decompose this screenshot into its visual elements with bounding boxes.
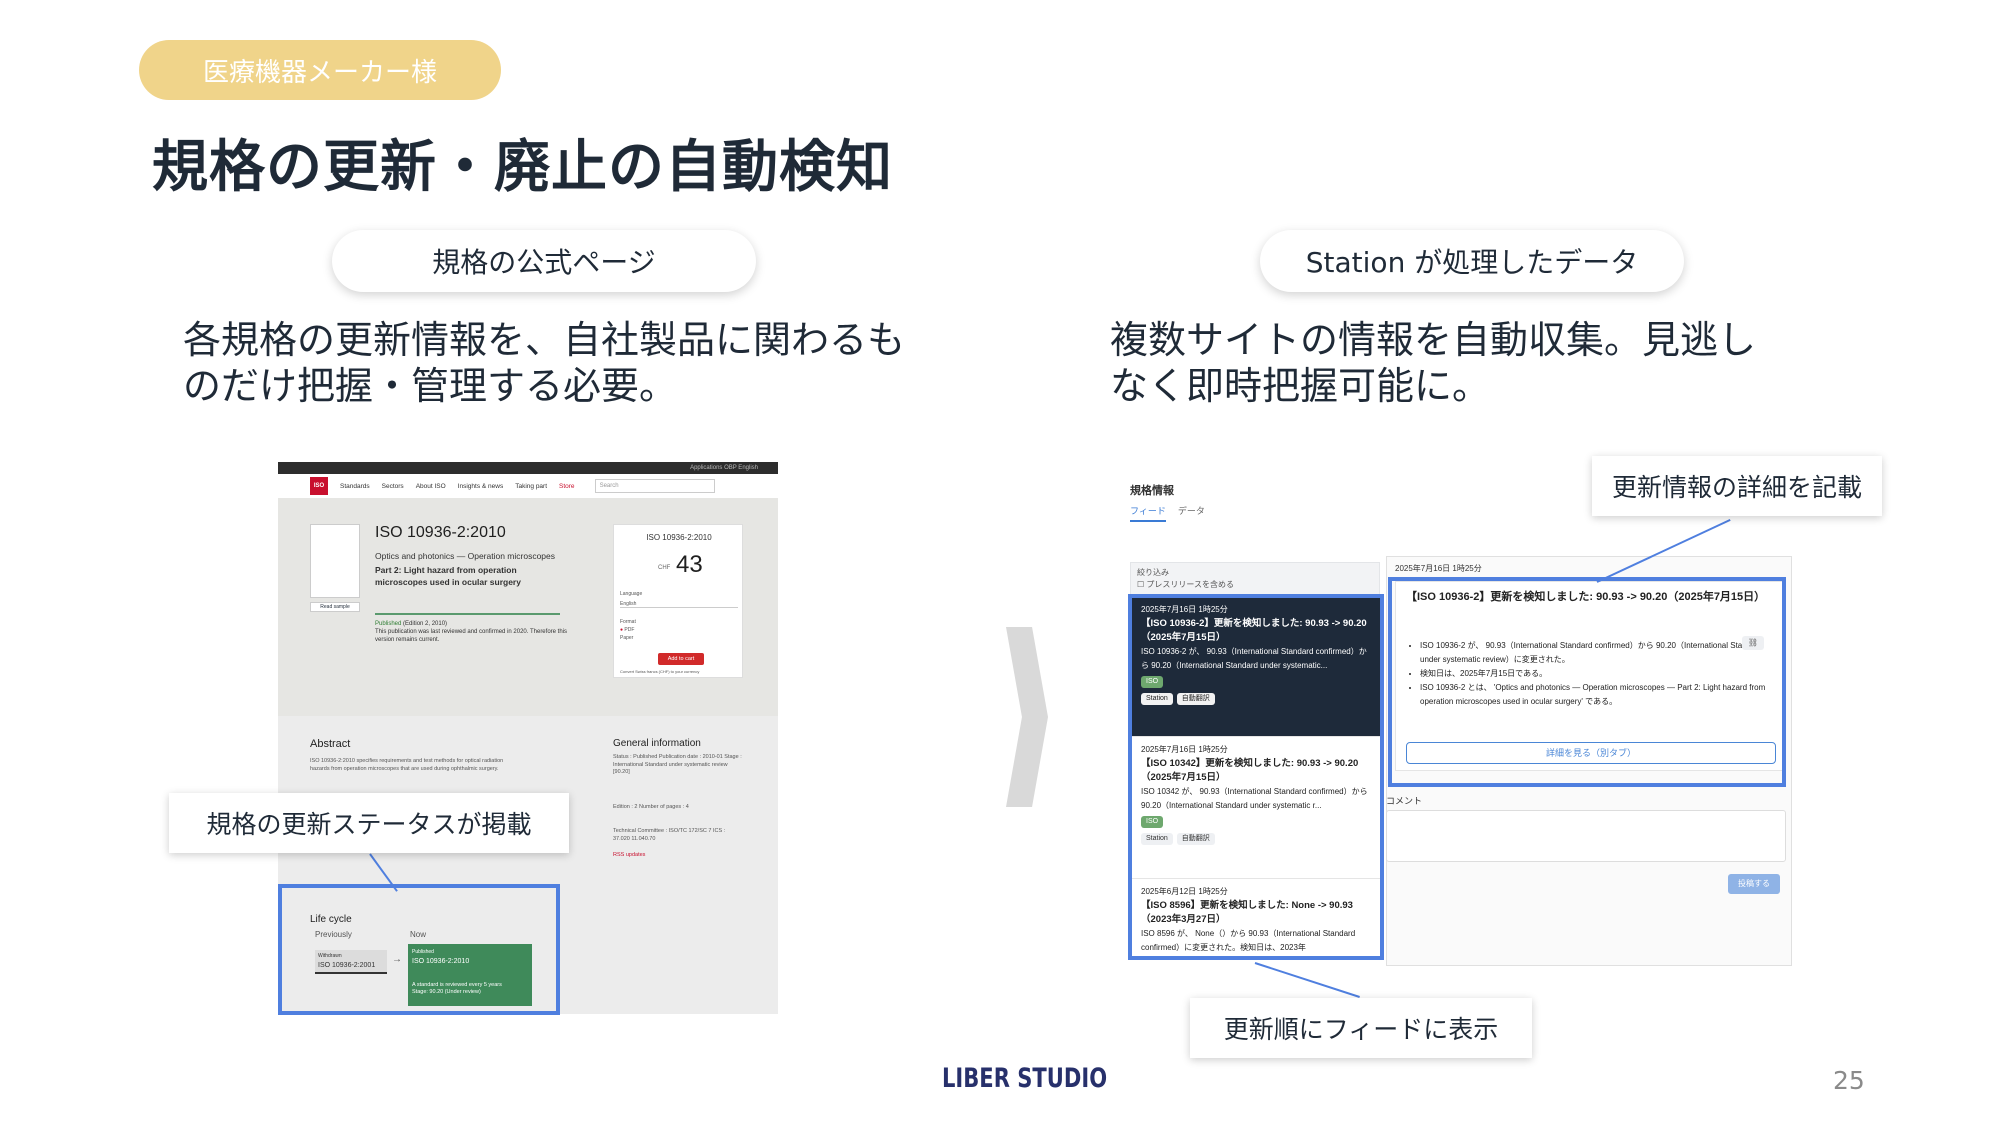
left-description-line2: のだけ把握・管理する必要。 [183, 364, 678, 408]
iso-part-text: Part 2: Light hazard from operation micr… [375, 565, 521, 587]
slide-title: 規格の更新・廃止の自動検知 [152, 135, 893, 200]
iso-subtitle: Optics and photonics — Operation microsc… [375, 550, 560, 588]
currency-label: CHF [658, 565, 671, 571]
press-release-checkbox[interactable]: ☐ プレスリリースを含める [1137, 579, 1373, 591]
format-pdf-radio[interactable]: ● PDF [620, 627, 634, 633]
detail-callout: 更新情報の詳細を記載 [1592, 456, 1882, 516]
station-data-pill: Station が処理したデータ [1260, 230, 1684, 292]
client-tag: 医療機器メーカー様 [139, 40, 501, 100]
right-description-line2: なく即時把握可能に。 [1110, 364, 1491, 408]
general-info-text: Status : Published Publication date : 20… [613, 754, 742, 775]
iso-nav-item[interactable]: Standards [340, 483, 370, 490]
iso-subtitle-text: Optics and photonics — Operation microsc… [375, 551, 556, 561]
format-paper-label: Paper [620, 635, 634, 641]
right-description-line1: 複数サイトの情報を自動収集。見逃し [1110, 318, 1757, 362]
iso-nav-item[interactable]: Insights & news [458, 483, 504, 490]
chevron-right-icon [1006, 627, 1048, 807]
filter-label: 絞り込み [1137, 568, 1169, 577]
left-description-line1: 各規格の更新情報を、自社製品に関わるも [183, 318, 906, 362]
iso-standard-id: ISO 10936-2:2010 [375, 524, 506, 541]
rss-link[interactable]: RSS updates [613, 852, 743, 860]
format-paper-radio[interactable]: Paper [620, 635, 633, 641]
status-callout: 規格の更新ステータスが掲載 [169, 793, 569, 853]
iso-logo[interactable]: ISO [310, 477, 328, 495]
convert-note[interactable]: Convert Swiss francs (CHF) to your curre… [620, 669, 740, 674]
iso-status-text: This publication was last reviewed and c… [375, 629, 567, 643]
official-page-pill: 規格の公式ページ [332, 230, 756, 292]
feed-callout: 更新順にフィードに表示 [1190, 998, 1532, 1058]
detail-date: 2025年7月16日 1時25分 [1395, 564, 1482, 573]
iso-nav: ISO Standards Sectors About ISO Insights… [278, 474, 778, 498]
tab-feed[interactable]: フィード [1130, 504, 1166, 522]
iso-topbar: Applications OBP English [278, 462, 778, 474]
language-label: Language [620, 591, 643, 597]
liber-studio-logo: LIBER STUDIO [942, 1063, 1108, 1094]
iso-status-published: Published [375, 621, 402, 627]
add-to-cart-button[interactable]: Add to cart [658, 653, 704, 665]
iso-status-bar [375, 613, 560, 615]
abstract-text: ISO 10936-2:2010 specifies requirements … [310, 758, 504, 772]
technical-committee-text: Technical Committee : ISO/TC 172/SC 7 IC… [613, 828, 726, 842]
format-label: Format [620, 619, 636, 625]
iso-nav-item[interactable]: Taking part [515, 483, 547, 490]
iso-status: Published (Edition 2, 2010) This publica… [375, 620, 575, 644]
radio-selected-icon: ● [620, 627, 624, 633]
language-select[interactable]: English [620, 601, 738, 608]
iso-buy-box: ISO 10936-2:2010 CHF 43 Language English… [613, 524, 743, 678]
station-tabs: フィード データ [1130, 504, 1205, 522]
comment-label: コメント [1386, 796, 1423, 806]
post-button[interactable]: 投稿する [1728, 874, 1780, 894]
general-info-title: General information [613, 738, 701, 749]
edition-text: Edition : 2 Number of pages : 4 [613, 804, 689, 810]
tab-data[interactable]: データ [1178, 504, 1205, 522]
iso-nav-item[interactable]: Store [559, 483, 575, 490]
right-description: 複数サイトの情報を自動収集。見逃し なく即時把握可能に。 [1110, 317, 1830, 409]
iso-status-edition: (Edition 2, 2010) [403, 621, 448, 627]
detail-highlight [1388, 577, 1786, 787]
page-number: 25 [1833, 1066, 1865, 1095]
read-sample-button[interactable]: Read sample [310, 602, 360, 612]
iso-nav-item[interactable]: About ISO [416, 483, 446, 490]
left-description: 各規格の更新情報を、自社製品に関わるも のだけ把握・管理する必要。 [183, 317, 913, 409]
station-title: 規格情報 [1130, 485, 1174, 497]
lifecycle-highlight [278, 884, 560, 1015]
format-pdf-label: PDF [624, 627, 635, 633]
price: 43 [676, 551, 703, 578]
comment-textarea[interactable] [1386, 810, 1786, 862]
iso-nav-item[interactable]: Sectors [382, 483, 404, 490]
abstract-title: Abstract [310, 738, 351, 750]
iso-document-thumbnail[interactable] [310, 524, 360, 598]
buy-box-title: ISO 10936-2:2010 [646, 533, 712, 542]
feed-highlight [1128, 594, 1384, 960]
iso-search-input[interactable]: Search [594, 479, 715, 493]
press-release-checkbox-label: プレスリリースを含める [1146, 580, 1235, 589]
